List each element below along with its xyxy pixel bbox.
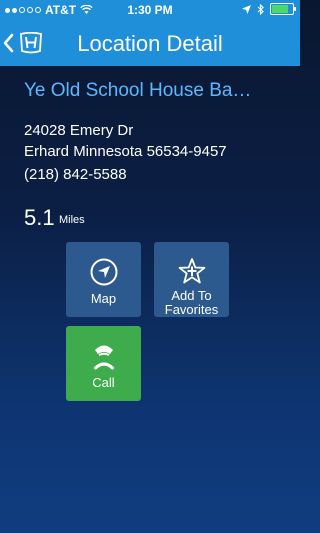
location-arrow-icon — [242, 4, 251, 14]
star-add-icon — [178, 257, 205, 283]
distance-unit: Miles — [59, 214, 85, 226]
nav-bar: Location Detail — [0, 20, 300, 66]
page-title: Location Detail — [77, 31, 223, 56]
status-right — [242, 3, 296, 15]
navigation-compass-icon — [90, 258, 117, 286]
address-city: Erhard Minnesota 56534-9457 — [24, 143, 227, 160]
add-to-favorites-button[interactable]: Add To Favorites — [154, 242, 229, 317]
phone-number: (218) 842-5588 — [24, 166, 127, 183]
phone-handset-icon — [93, 345, 114, 370]
call-button[interactable]: Call — [66, 326, 141, 401]
distance-value: 5.1 — [24, 205, 55, 230]
bluetooth-icon — [257, 3, 264, 15]
add-to-favorites-label: Add To Favorites — [165, 289, 218, 317]
battery-icon — [270, 3, 296, 15]
call-label: Call — [92, 375, 115, 390]
favorites-label-line1: Add To — [171, 288, 212, 303]
favorites-label-line2: Favorites — [164, 302, 219, 317]
status-bar: AT&T 1:30 PM — [0, 0, 300, 20]
address-street: 24028 Emery Dr — [24, 122, 134, 139]
map-label: Map — [90, 291, 117, 306]
location-name: Ye Old School House Ba… — [24, 80, 252, 101]
map-button[interactable]: Map — [66, 242, 141, 317]
